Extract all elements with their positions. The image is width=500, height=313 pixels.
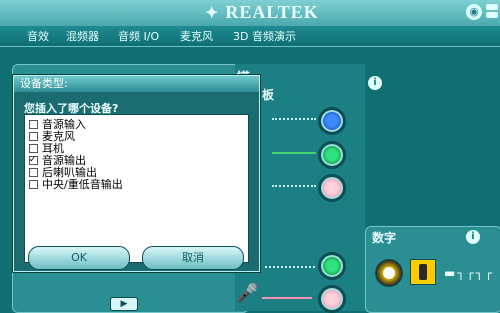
brand-text: REALTEK — [225, 2, 319, 22]
checkbox[interactable] — [29, 180, 38, 189]
device-option-list: 音源输入 麦克风 耳机 音源输出 后喇叭输出 中央/重低音输出 — [24, 114, 249, 263]
jack-green[interactable] — [318, 141, 346, 169]
jack-blue[interactable] — [318, 107, 346, 135]
realtek-logo-icon: ✦ — [205, 5, 220, 22]
option-center-sub-out[interactable]: 中央/重低音输出 — [29, 179, 241, 191]
top-banner: ✦ REALTEK ◉ — [0, 0, 500, 26]
ok-button[interactable]: OK — [28, 246, 130, 270]
green-line-2 — [265, 266, 315, 268]
dialog-title: 设备类型: — [14, 76, 259, 92]
analog-label-2: 板 — [262, 88, 275, 102]
checkbox[interactable] — [29, 120, 38, 129]
tab-microphone[interactable]: 麦克风 — [180, 28, 213, 44]
jack-pink-2[interactable] — [318, 285, 346, 313]
checkbox[interactable] — [29, 132, 38, 141]
checkbox[interactable] — [29, 168, 38, 177]
device-type-dialog: 设备类型: 您插入了哪个设备? 音源输入 麦克风 耳机 音源输出 后喇叭输出 中… — [13, 75, 260, 272]
blue-line — [272, 118, 316, 120]
scroll-down-button[interactable]: ▶ — [110, 297, 138, 311]
tab-bar: 音效 混频器 音频 I/O 麦克风 3D 音频演示 — [0, 26, 500, 47]
tab-mixer[interactable]: 混频器 — [66, 28, 99, 44]
realtek-logo: ✦ REALTEK — [205, 2, 319, 23]
minimize-icon[interactable] — [486, 4, 498, 10]
green-line — [272, 152, 316, 154]
info-icon-digital[interactable]: i — [466, 230, 480, 244]
coax-port-icon[interactable] — [375, 259, 403, 287]
checkbox-checked[interactable] — [29, 156, 38, 165]
tab-sound-effect[interactable]: 音效 — [27, 28, 49, 44]
close-icon[interactable] — [486, 12, 498, 18]
checkbox[interactable] — [29, 144, 38, 153]
option-label: 中央/重低音输出 — [42, 178, 123, 191]
tab-3d-audio-demo[interactable]: 3D 音频演示 — [233, 28, 296, 44]
info-icon[interactable]: i — [368, 76, 382, 90]
cancel-button[interactable]: 取消 — [142, 246, 244, 270]
jack-green-2[interactable] — [318, 252, 346, 280]
window-controls[interactable] — [486, 4, 498, 20]
bell-icon[interactable]: ◉ — [466, 4, 482, 20]
mic-icon: 🎤 — [236, 283, 259, 304]
optical-port-icon[interactable] — [410, 259, 436, 285]
mic-line — [262, 297, 312, 299]
digital-label: 数字 — [372, 231, 397, 245]
signal-glyph: ▬┐┌┐┌ — [444, 266, 495, 280]
tab-audio-io[interactable]: 音频 I/O — [118, 28, 159, 44]
jack-pink[interactable] — [318, 174, 346, 202]
pink-line — [272, 185, 316, 187]
